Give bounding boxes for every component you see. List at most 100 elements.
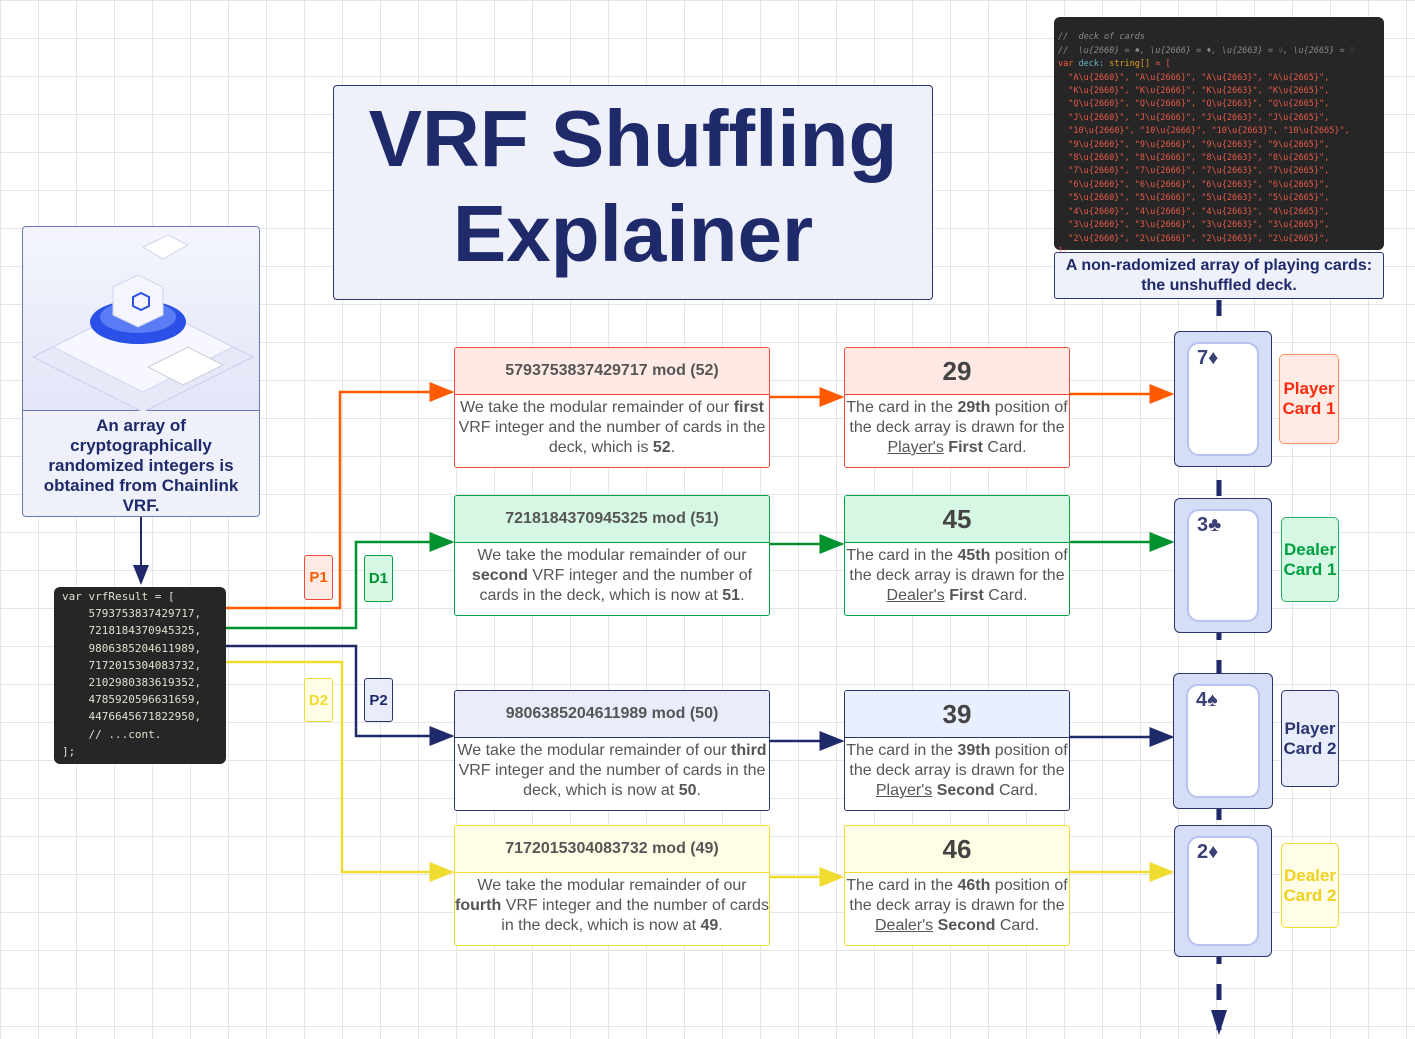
- intro-text: An array of cryptographically randomized…: [43, 416, 239, 515]
- result-description: The card in the 46th position of the dec…: [845, 873, 1069, 936]
- card-order: Second: [936, 782, 995, 799]
- result-index: 39: [845, 691, 1069, 738]
- code-line: 7172015304083732,: [62, 658, 202, 672]
- deck-arrow-down-icon: [1211, 1010, 1227, 1035]
- result-index: 29: [845, 348, 1069, 395]
- card-label: Dealer Card 1: [1281, 517, 1339, 602]
- playing-card: 7♦: [1174, 331, 1272, 467]
- text: The card in the: [846, 742, 958, 759]
- recipient: Player's: [887, 439, 944, 456]
- playing-card: 2♦: [1174, 825, 1272, 957]
- code-line: "9\u{2660}", "9\u{2666}", "9\u{2663}", "…: [1058, 139, 1330, 150]
- text: We take the modular remainder of our: [457, 742, 732, 759]
- modulo-description: We take the modular remainder of our fir…: [458, 399, 766, 456]
- vrf-result-code: var vrfResult = [ 5793753837429717, 7218…: [54, 587, 226, 764]
- code-line: "5\u{2660}", "5\u{2666}", "5\u{2663}", "…: [1058, 193, 1330, 204]
- card-order: Second: [937, 917, 996, 934]
- text: We take the modular remainder of our: [460, 399, 734, 416]
- modulo-box: 7172015304083732 mod (49) We take the mo…: [454, 825, 770, 946]
- modulo-expression: 9806385204611989 mod (50): [455, 691, 769, 738]
- code-line: var vrfResult = [: [62, 590, 175, 603]
- modulo-box: 7218184370945325 mod (51) We take the mo…: [454, 495, 770, 616]
- position: 29th: [957, 399, 991, 416]
- deck-count: 52: [652, 439, 671, 456]
- flow-tag-text: P2: [369, 691, 388, 709]
- text: Card.: [982, 439, 1027, 456]
- code-line: "A\u{2660}", "A\u{2666}", "A\u{2663}", "…: [1058, 72, 1330, 83]
- text: Card.: [983, 587, 1028, 604]
- card-face: 2♦: [1197, 841, 1219, 863]
- code-line: 7218184370945325,: [62, 624, 202, 638]
- ordinal: third: [731, 742, 767, 759]
- result-index: 45: [845, 496, 1069, 543]
- modulo-box: 9806385204611989 mod (50) We take the mo…: [454, 690, 770, 811]
- flow-tag-text: D2: [308, 691, 329, 709]
- card-label-text: Dealer Card 1: [1283, 539, 1337, 579]
- code-var: deck:: [1078, 59, 1105, 70]
- code-line: "2\u{2660}", "2\u{2666}", "2\u{2663}", "…: [1058, 233, 1330, 244]
- flow-line: [226, 644, 455, 746]
- result-description: The card in the 39th position of the dec…: [845, 738, 1069, 801]
- code-line: "J\u{2660}", "J\u{2666}", "J\u{2663}", "…: [1058, 112, 1330, 123]
- code-comment: // deck of cards: [1058, 32, 1145, 43]
- code-line: "Q\u{2660}", "Q\u{2666}", "Q\u{2663}", "…: [1058, 99, 1330, 110]
- flow-tag-text: P1: [309, 569, 328, 586]
- modulo-description: We take the modular remainder of our fou…: [455, 877, 769, 934]
- code-line: 4785920596631659,: [62, 693, 202, 707]
- code-comment: // \u{2660} = ♠, \u{2666} = ♦, \u{2663} …: [1058, 45, 1355, 56]
- modulo-box: 5793753837429717 mod (52) We take the mo…: [454, 347, 770, 468]
- modulo-expression: 7218184370945325 mod (51): [455, 496, 769, 543]
- deck-code: // deck of cards // \u{2660} = ♠, \u{2666…: [1054, 17, 1384, 257]
- flow-tag-text: D1: [368, 570, 389, 587]
- code-type: string[]: [1109, 59, 1151, 70]
- result-box: 39 The card in the 39th position of the …: [844, 690, 1070, 811]
- text: VRF integer and the number of cards in t…: [458, 419, 766, 456]
- code-line: "4\u{2660}", "4\u{2666}", "4\u{2663}", "…: [1058, 206, 1330, 217]
- deck-count: 50: [678, 782, 697, 799]
- modulo-expression: 7172015304083732 mod (49): [455, 826, 769, 873]
- card-label-text: Player Card 2: [1283, 718, 1337, 758]
- ordinal: second: [471, 567, 528, 584]
- deck-count: 51: [722, 587, 741, 604]
- modulo-description: We take the modular remainder of our sec…: [471, 547, 753, 604]
- result-box: 29 The card in the 29th position of the …: [844, 347, 1070, 468]
- card-face: 4♠: [1196, 689, 1218, 711]
- text: Card.: [994, 782, 1039, 799]
- code-line: 4476645671822950,: [62, 710, 202, 724]
- code-line: "10\u{2660}", "10\u{2666}", "10\u{2663}"…: [1058, 126, 1350, 137]
- ordinal: fourth: [455, 897, 502, 914]
- card-order: First: [948, 439, 983, 456]
- text: Card.: [995, 917, 1039, 934]
- deck-caption: A non-radomized array of playing cards: …: [1054, 252, 1384, 299]
- text: The card in the: [846, 877, 958, 894]
- playing-card: 3♣: [1174, 498, 1272, 633]
- modulo-expression: 5793753837429717 mod (52): [455, 348, 769, 395]
- card-face: 7♦: [1197, 347, 1219, 369]
- text: The card in the: [846, 399, 958, 416]
- card-label: Dealer Card 2: [1281, 843, 1339, 928]
- code-text: = [: [1150, 59, 1171, 70]
- code-keyword: var: [1058, 59, 1074, 70]
- ordinal: first: [733, 399, 764, 416]
- position: 45th: [957, 547, 991, 564]
- playing-card: 4♠: [1173, 673, 1273, 809]
- result-index: 46: [845, 826, 1069, 873]
- flow-tag: P2: [364, 678, 393, 722]
- result-box: 46 The card in the 46th position of the …: [844, 825, 1070, 946]
- chainlink-illustration: [23, 227, 259, 413]
- card-label: Player Card 2: [1281, 690, 1339, 787]
- position: 46th: [957, 877, 991, 894]
- text: VRF integer and the number of cards in t…: [501, 897, 769, 934]
- code-line: "8\u{2660}", "8\u{2666}", "8\u{2663}", "…: [1058, 153, 1330, 164]
- recipient: Player's: [875, 782, 933, 799]
- recipient: Dealer's: [886, 587, 945, 604]
- card-face: 3♣: [1197, 514, 1222, 536]
- code-line: ];: [62, 744, 76, 758]
- flow-line: [226, 660, 455, 882]
- intro-panel: An array of cryptographically randomized…: [22, 226, 260, 517]
- code-line: "6\u{2660}", "6\u{2666}", "6\u{2663}", "…: [1058, 179, 1330, 190]
- position: 39th: [957, 742, 991, 759]
- code-line: 9806385204611989,: [62, 641, 202, 655]
- code-line: "7\u{2660}", "7\u{2666}", "7\u{2663}", "…: [1058, 166, 1330, 177]
- page-title: VRF Shuffling Explainer: [333, 85, 933, 300]
